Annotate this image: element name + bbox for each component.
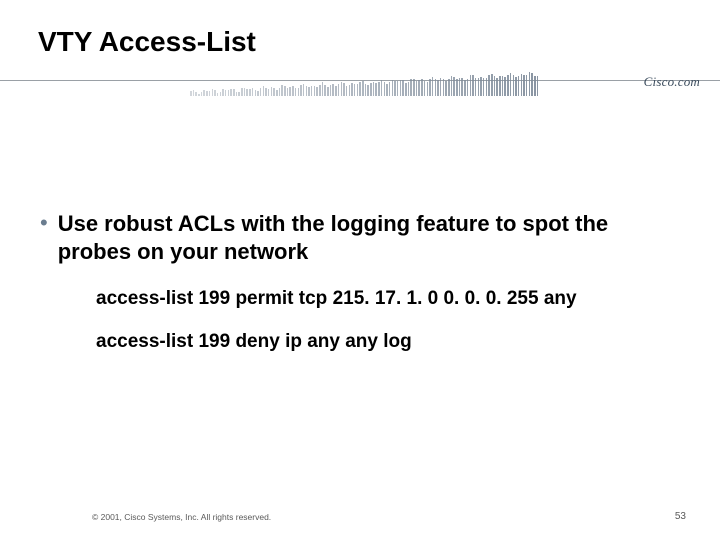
header-rule: Cisco.com — [0, 68, 720, 108]
slide: VTY Access-List Cisco.com • Use robust A… — [0, 0, 720, 540]
bullet-text: Use robust ACLs with the logging feature… — [58, 210, 680, 265]
content-area: • Use robust ACLs with the logging featu… — [40, 210, 680, 372]
bullet-dot-icon: • — [40, 210, 48, 236]
code-line-1: access-list 199 permit tcp 215. 17. 1. 0… — [96, 287, 680, 312]
code-line-2: access-list 199 deny ip any any log — [96, 330, 680, 355]
bullet-item: • Use robust ACLs with the logging featu… — [40, 210, 680, 265]
footer-page-number: 53 — [675, 511, 686, 522]
footer-copyright: © 2001, Cisco Systems, Inc. All rights r… — [92, 512, 271, 522]
brand-text: Cisco.com — [644, 74, 700, 90]
slide-title: VTY Access-List — [38, 26, 256, 58]
decorative-bars — [190, 72, 540, 96]
